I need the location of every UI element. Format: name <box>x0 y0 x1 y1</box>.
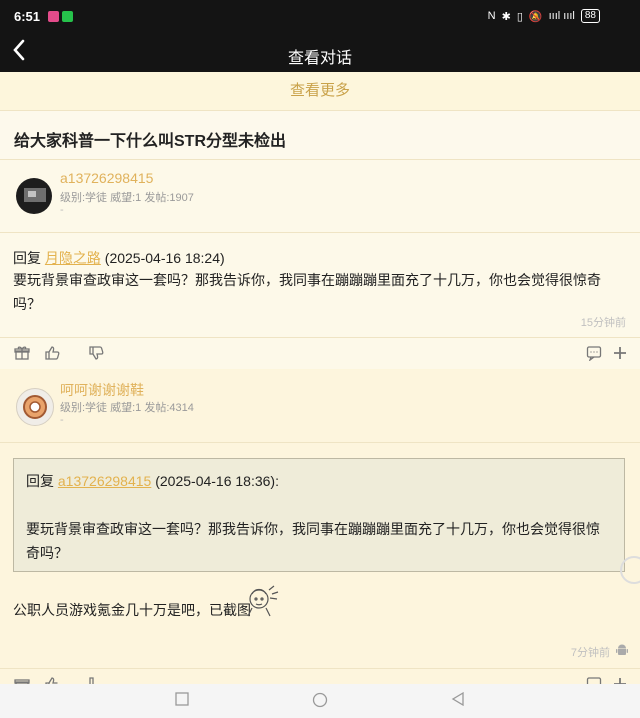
quote-time: (2025-04-16 18:36): <box>155 473 279 489</box>
nav-bar: 查看对话 <box>0 34 640 72</box>
post-time: 7分钟前 <box>570 647 610 659</box>
nfc-icon: N <box>487 10 496 22</box>
thread-title-bar: 给大家科普一下什么叫STR分型未检出 <box>0 111 640 160</box>
plus-icon[interactable] <box>610 343 630 363</box>
thumbs-down-icon[interactable] <box>86 343 106 363</box>
recents-icon[interactable] <box>175 692 189 711</box>
status-time: 6:51 <box>14 9 41 24</box>
sticker-image <box>244 584 282 623</box>
floating-handle[interactable] <box>620 556 640 584</box>
android-icon <box>616 644 628 662</box>
thread-title: 给大家科普一下什么叫STR分型未检出 <box>14 133 287 150</box>
home-icon[interactable] <box>312 692 328 713</box>
mute-icon: 🔕 <box>528 10 543 23</box>
reply-time: (2025-04-16 18:24) <box>104 250 225 266</box>
username[interactable]: a13726298415 <box>60 170 153 186</box>
post-body: 公职人员游戏氪金几十万是吧，已截图 <box>13 602 251 618</box>
thumbs-up-icon[interactable] <box>42 343 62 363</box>
notification-app-icon <box>48 11 59 22</box>
reply-to-link[interactable]: 月隐之路 <box>45 250 101 266</box>
post-body: 要玩背景审查政审这一套吗？那我告诉你，我同事在蹦蹦蹦里面充了十几万，你也会觉得很… <box>13 272 601 312</box>
post-actions <box>0 337 640 370</box>
post-card: 呵呵谢谢谢鞋 级别:学徒 威望:1 发帖:4314 - 回复 a13726298… <box>0 370 640 685</box>
quote-user-link[interactable]: a13726298415 <box>58 473 151 489</box>
back-nav-icon[interactable] <box>451 691 465 711</box>
reply-prefix: 回复 <box>13 250 41 266</box>
user-meta: 级别:学徒 威望:1 发帖:4314 <box>60 402 194 414</box>
load-more-button[interactable]: 查看更多 <box>0 72 640 111</box>
avatar[interactable] <box>16 388 54 426</box>
quote-prefix: 回复 <box>26 473 54 489</box>
vibrate-icon: ▯ <box>516 10 523 23</box>
post-header: a13726298415 级别:学徒 威望:1 发帖:1907 - <box>0 160 640 233</box>
user-meta: 级别:学徒 威望:1 发帖:1907 <box>60 192 194 204</box>
user-signature: - <box>60 204 64 216</box>
comment-icon[interactable] <box>584 343 604 363</box>
status-icons: N ✱ ▯ 🔕 ıııl ıııl 88 <box>488 9 600 23</box>
avatar[interactable] <box>16 178 52 214</box>
battery-icon: 88 <box>580 9 600 23</box>
wechat-icon <box>62 11 73 22</box>
gift-icon[interactable] <box>12 343 32 363</box>
quote-header: 回复 a13726298415 (2025-04-16 18:36): <box>26 471 279 491</box>
quote-body: 要玩背景审查政审这一套吗？那我告诉你，我同事在蹦蹦蹦里面充了十几万，你也会觉得很… <box>26 521 600 561</box>
post-card: a13726298415 级别:学徒 威望:1 发帖:1907 - 回复 月隐之… <box>0 160 640 369</box>
user-signature: - <box>60 414 64 426</box>
page-title: 查看对话 <box>287 50 352 67</box>
bluetooth-icon: ✱ <box>501 10 511 23</box>
post-actions <box>0 668 640 685</box>
system-nav-bar <box>0 684 640 718</box>
signal-icon: ıııl ıııl <box>548 10 575 22</box>
status-bar: 6:51 N ✱ ▯ 🔕 ıııl ıııl 88 <box>0 0 640 34</box>
quoted-reply: 回复 a13726298415 (2025-04-16 18:36): 要玩背景… <box>13 458 625 572</box>
reply-header: 回复 月隐之路 (2025-04-16 18:24) <box>13 248 225 268</box>
post-header: 呵呵谢谢谢鞋 级别:学徒 威望:1 发帖:4314 - <box>0 370 640 443</box>
post-time: 15分钟前 <box>580 317 626 329</box>
username[interactable]: 呵呵谢谢谢鞋 <box>60 380 144 400</box>
